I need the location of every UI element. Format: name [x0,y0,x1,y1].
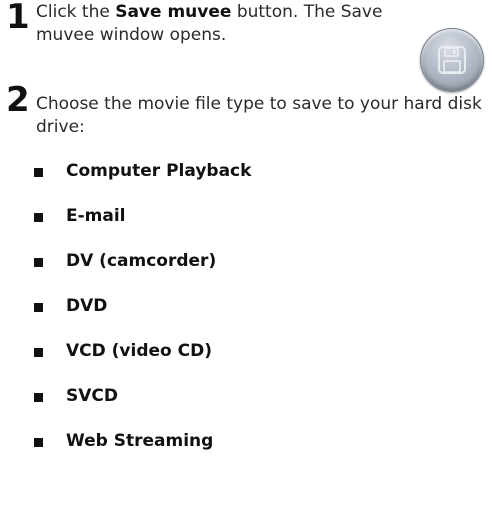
list-item: DV (camcorder) [34,250,251,295]
step-instruction: Click the Save muvee button. The Save mu… [36,1,396,47]
list-item: Web Streaming [34,430,251,475]
list-item: VCD (video CD) [34,340,251,385]
list-item: DVD [34,295,251,340]
option-label: Computer Playback [66,161,252,181]
save-muvee-button[interactable] [420,28,484,92]
floppy-disk-icon [438,46,466,74]
file-type-list: Computer Playback E-mail DV (camcorder) … [34,160,251,475]
step-number: 1 [6,0,30,37]
bullet-icon [34,348,43,357]
option-label: DV (camcorder) [66,251,217,271]
option-label: VCD (video CD) [66,341,212,361]
bullet-icon [34,168,43,177]
bullet-icon [34,213,43,222]
list-item: Computer Playback [34,160,251,205]
bullet-icon [34,438,43,447]
list-item: E-mail [34,205,251,250]
bullet-icon [34,393,43,402]
option-label: Web Streaming [66,431,214,451]
step-text-before: Click the [36,2,116,22]
step-instruction: Choose the movie file type to save to yo… [36,94,482,137]
bullet-icon [34,303,43,312]
save-muvee-label: Save muvee [115,2,232,22]
option-label: DVD [66,296,108,316]
bullet-icon [34,258,43,267]
option-label: E-mail [66,206,126,226]
option-label: SVCD [66,386,118,406]
list-item: SVCD [34,385,251,430]
step-number: 2 [6,80,30,120]
